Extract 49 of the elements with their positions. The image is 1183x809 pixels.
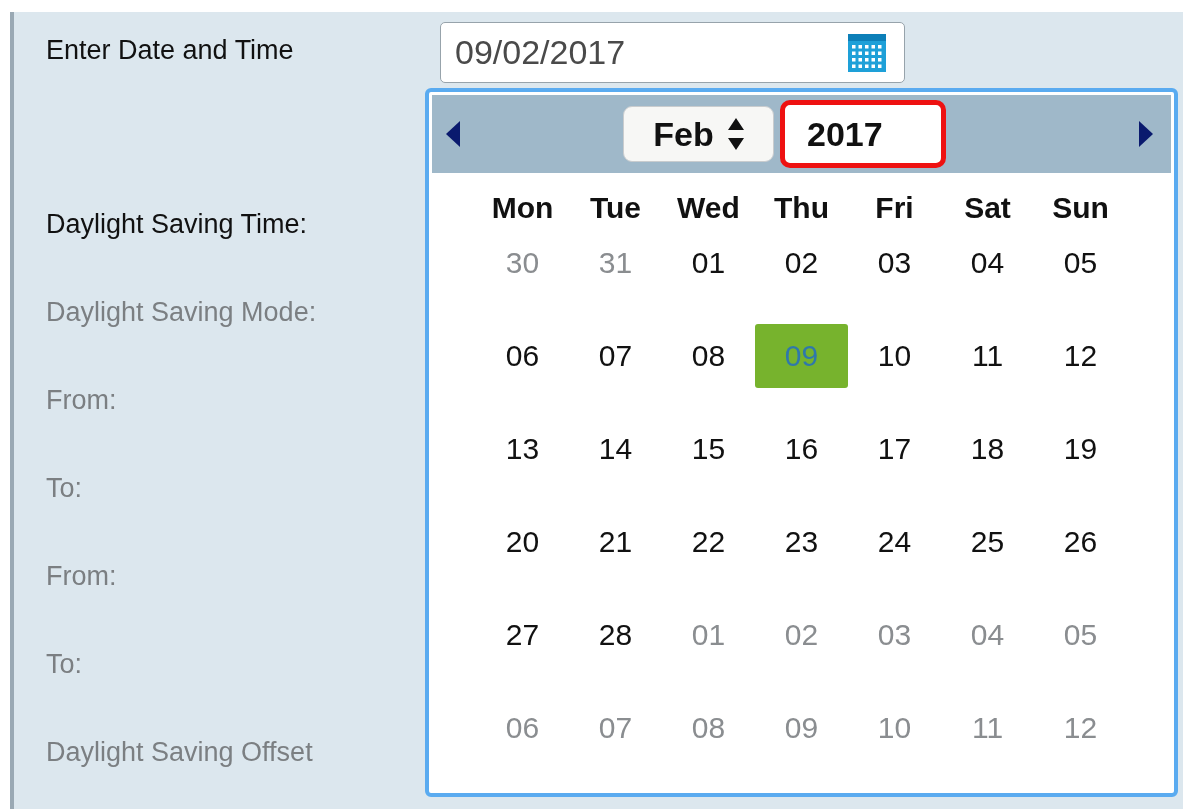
date-input-field[interactable]: 09/02/2017 [440,22,905,83]
previous-month-arrow-icon[interactable] [446,121,460,147]
day-cell[interactable]: 16 [755,417,848,481]
day-cell[interactable]: 15 [662,417,755,481]
day-cell[interactable]: 11 [941,324,1034,388]
day-cell[interactable]: 05 [1034,231,1127,295]
day-cell[interactable]: 01 [662,231,755,295]
field-label: To: [46,472,84,505]
field-label: Enter Date and Time [46,34,295,67]
field-label: Daylight Saving Time: [46,208,309,241]
day-cell[interactable]: 03 [848,231,941,295]
field-label: Daylight Saving Offset [46,736,314,769]
day-cell[interactable]: 06 [476,324,569,388]
day-cell[interactable]: 20 [476,510,569,574]
weekday-header: Sun [1051,191,1110,226]
day-cell[interactable]: 22 [662,510,755,574]
day-cell[interactable]: 19 [1034,417,1127,481]
day-cell[interactable]: 13 [476,417,569,481]
field-label: To: [46,648,84,681]
day-cell[interactable]: 07 [569,324,662,388]
day-cell[interactable]: 10 [848,324,941,388]
day-cell[interactable]: 23 [755,510,848,574]
day-cell[interactable]: 26 [1034,510,1127,574]
day-cell[interactable]: 08 [662,324,755,388]
day-cell[interactable]: 27 [476,603,569,667]
field-label: Daylight Saving Mode: [46,296,318,329]
field-label: From: [46,384,118,417]
day-cell[interactable]: 12 [1034,324,1127,388]
day-cell[interactable]: 14 [569,417,662,481]
weekday-header: Wed [676,191,741,226]
day-cell[interactable]: 25 [941,510,1034,574]
month-select[interactable]: Feb [623,106,774,162]
weekday-header: Tue [588,191,643,226]
year-input-field[interactable]: 2017 [780,100,946,168]
day-cell[interactable]: 04 [941,231,1034,295]
up-down-arrows-icon [727,118,744,150]
day-cell[interactable]: 21 [569,510,662,574]
weekday-header: Sat [963,191,1012,226]
day-cell[interactable]: 18 [941,417,1034,481]
day-cell[interactable]: 24 [848,510,941,574]
day-cell[interactable]: 17 [848,417,941,481]
next-month-arrow-icon[interactable] [1139,121,1153,147]
weekday-header: Fri [874,191,915,226]
calendar-icon[interactable] [848,33,886,72]
weekday-header: Mon [490,191,555,226]
day-cell[interactable]: 02 [755,231,848,295]
field-label: From: [46,560,118,593]
weekday-header: Thu [773,191,830,226]
day-cell[interactable]: 28 [569,603,662,667]
